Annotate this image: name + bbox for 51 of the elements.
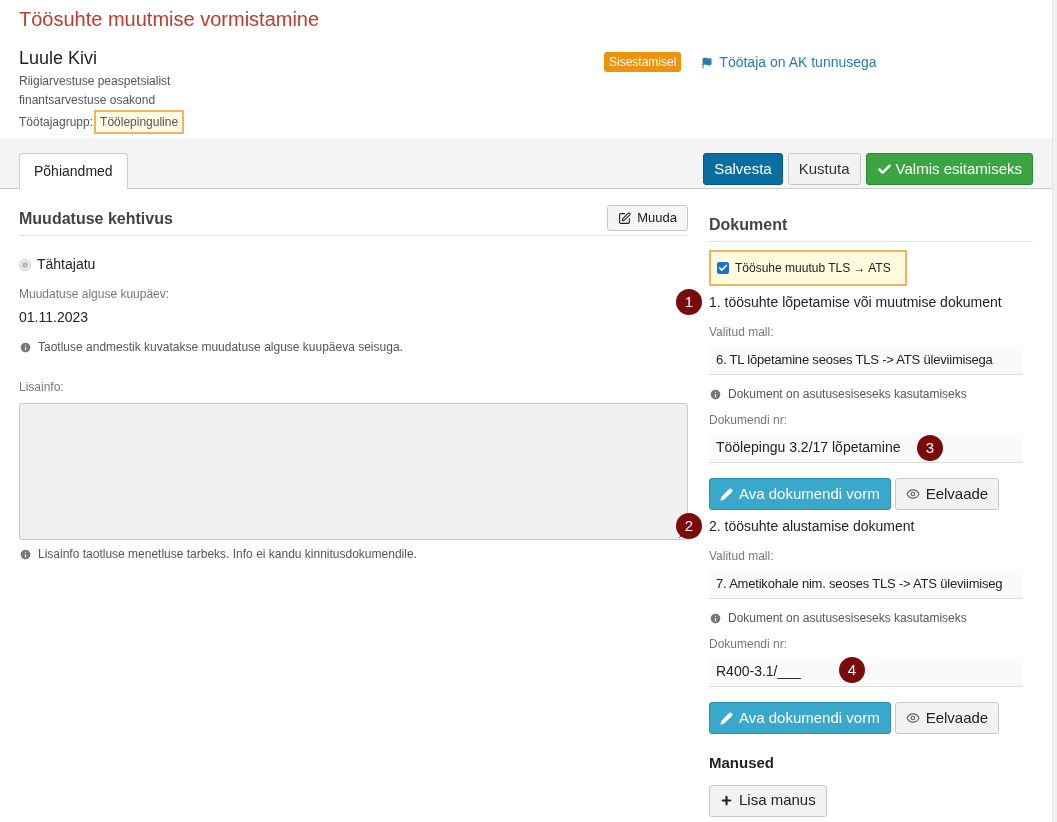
group-value: Töölepinguline: [94, 110, 185, 134]
info-text: Dokument on asutusesiseseks kasutamiseks: [728, 386, 967, 403]
field-label: Dokumendi nr:: [709, 636, 789, 653]
check-icon: [876, 161, 892, 177]
action-button[interactable]: Kustuta: [787, 153, 861, 185]
eye-icon: [905, 711, 920, 725]
info-icon: [19, 547, 32, 561]
section-heading: Muudatuse kehtivus: [19, 209, 173, 229]
attachments-heading: Manused: [709, 753, 775, 773]
group-label: Töötajagrupp:: [19, 114, 94, 131]
field-label: Valitud mall:: [709, 324, 775, 341]
preview-button[interactable]: Eelvaade: [894, 478, 1000, 510]
flag-icon: [701, 56, 714, 69]
tab[interactable]: Põhiandmed: [19, 153, 128, 189]
date-value: 01.11.2023: [19, 308, 90, 327]
flag-link[interactable]: Töötaja on AK tunnusega: [701, 52, 877, 73]
section-heading: Dokument: [709, 215, 789, 235]
field-label: Valitud mall:: [709, 548, 775, 565]
info-text: Dokument on asutusesiseseks kasutamiseks: [728, 610, 967, 627]
add-attachment-button[interactable]: Lisa manus: [709, 784, 827, 817]
pencil-icon: [720, 487, 733, 501]
document-title: 1. töösuhte lõpetamise või muutmise dokument: [709, 293, 1003, 312]
info-text: Taotluse andmestik kuvatakse muudatuse alguse kuupäeva seisuga.: [38, 339, 403, 356]
field-label: Dokumendi nr:: [709, 412, 789, 429]
field-label: Lisainfo:: [19, 379, 65, 396]
edit-icon: [618, 211, 632, 225]
number-marker: 1: [676, 289, 702, 315]
info-icon: [709, 387, 722, 401]
employee-department: finantsarvestuse osakond: [19, 92, 157, 109]
action-button[interactable]: Salvesta: [703, 153, 783, 185]
document-title: 2. töösuhte alustamise dokument: [709, 517, 916, 536]
plus-icon: [720, 794, 733, 807]
page-title: Töösuhte muutmise vormistamine: [19, 7, 321, 32]
change-checkbox-row[interactable]: Töösuhe muutub TLS → ATS: [709, 250, 907, 286]
radio-label: Tähtajatu: [37, 255, 96, 274]
preview-button[interactable]: Eelvaade: [894, 702, 1000, 734]
field-label: Muudatuse alguse kuupäev:: [19, 286, 171, 303]
info-text: Lisainfo taotluse menetluse tarbeks. Info ei kandu kinnitusdokumendile.: [38, 546, 417, 563]
status-badge: Sisestamisel: [604, 52, 682, 72]
employee-position: Riigiarvestuse peaspetsialist: [19, 73, 172, 90]
template-field[interactable]: 6. TL lõpetamine seoses TLS -> ATS üleviimisega: [709, 345, 1023, 375]
info-icon: [709, 611, 722, 625]
employee-name: Luule Kivi: [19, 47, 99, 70]
checkbox[interactable]: [717, 262, 729, 274]
pencil-icon: [720, 711, 733, 725]
template-field[interactable]: 7. Ametikohale nim. seoses TLS -> ATS üleviimiseg: [709, 569, 1023, 599]
edit-button[interactable]: Muuda: [607, 205, 688, 231]
info-icon: [19, 340, 32, 354]
checkbox-label: Töösuhe muutub TLS → ATS: [735, 260, 891, 277]
eye-icon: [905, 487, 920, 501]
number-marker: 2: [676, 513, 702, 539]
